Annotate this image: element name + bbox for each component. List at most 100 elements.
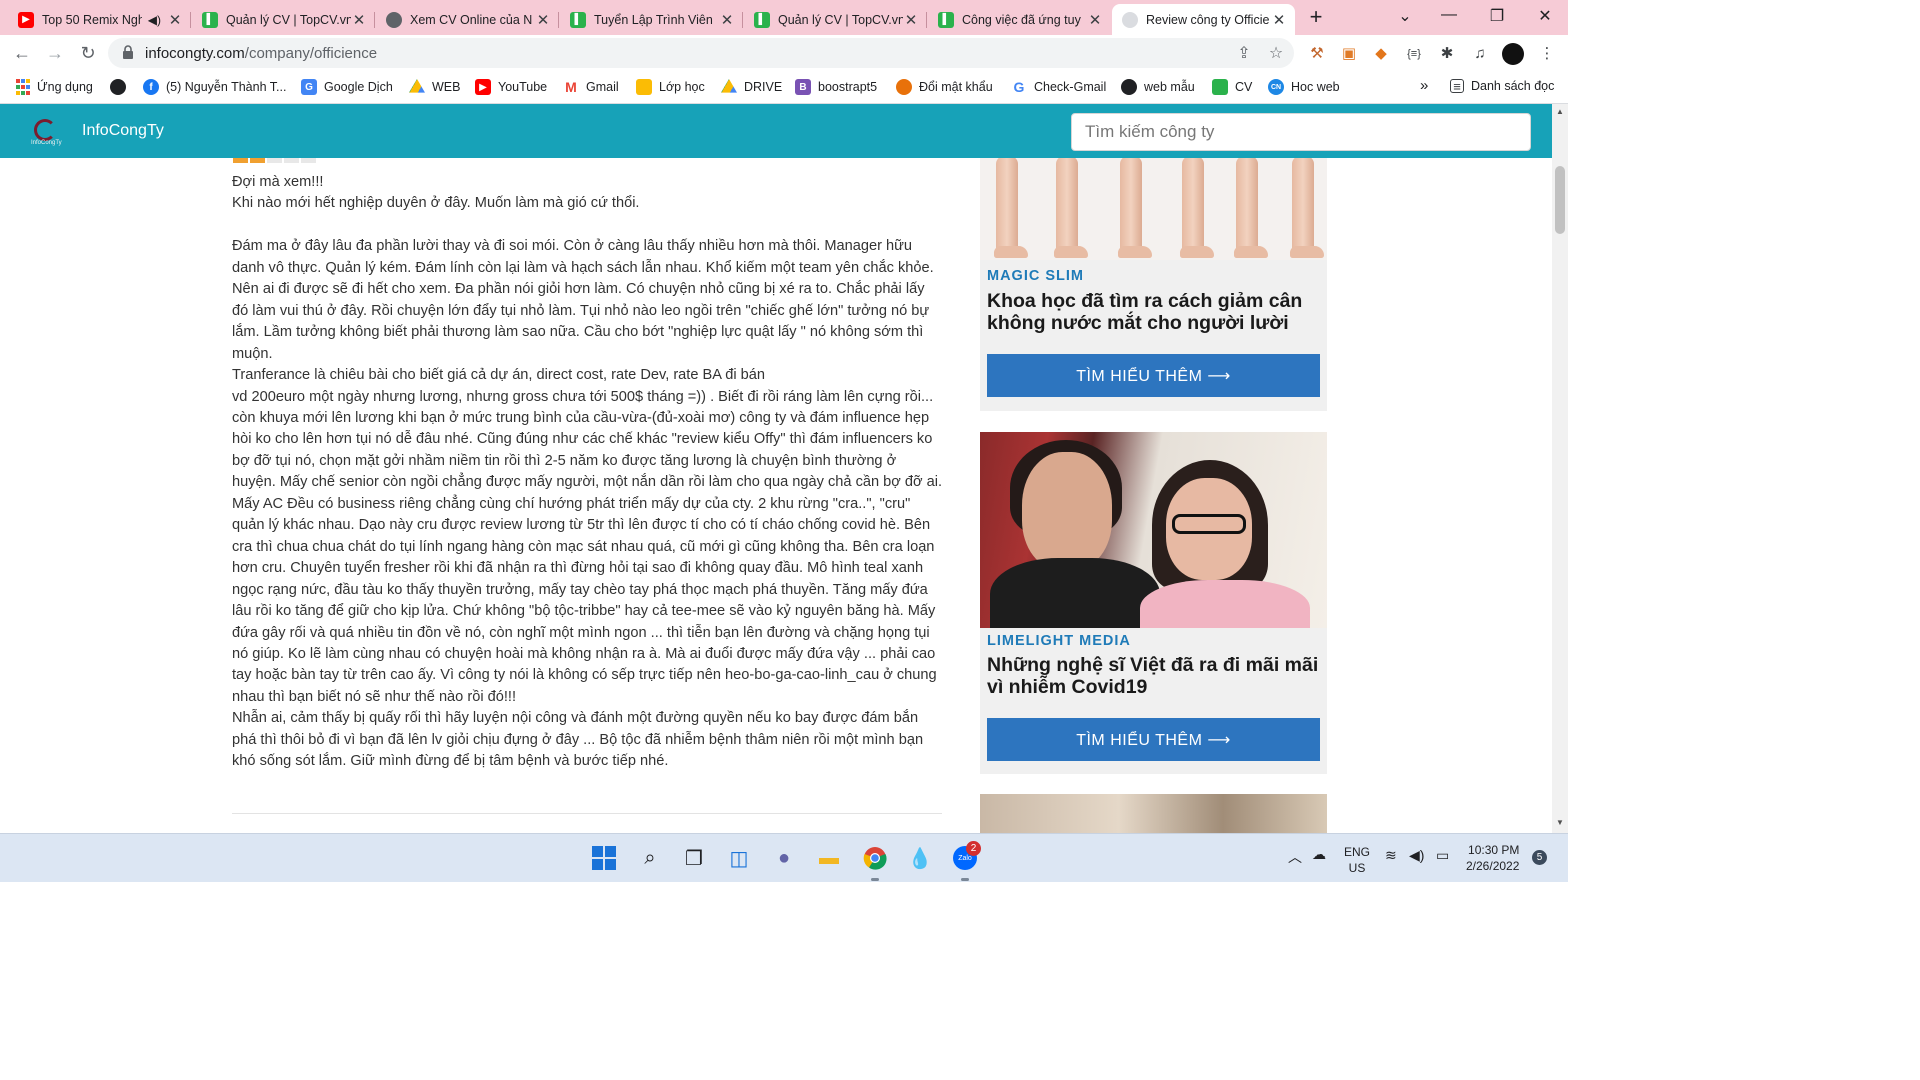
bookmark-apps[interactable]: Ứng dụng (16, 79, 93, 95)
bookmark-label: Gmail (586, 80, 619, 94)
extension-screenshot-icon[interactable]: ▣ (1338, 43, 1360, 65)
ad-image-legs[interactable] (980, 158, 1327, 260)
bookmark-star-icon[interactable]: ☆ (1264, 43, 1288, 63)
bookmark-hoc-web[interactable]: CN Hoc web (1268, 79, 1340, 95)
bookmark-drive[interactable]: DRIVE (721, 79, 782, 95)
scroll-down-icon[interactable]: ▼ (1556, 818, 1564, 827)
tray-overflow-chevron-icon[interactable]: ︿ (1288, 847, 1302, 867)
bookmark-web-mau[interactable]: web mẫu (1121, 79, 1195, 95)
media-control-icon[interactable]: ♫ (1469, 43, 1491, 65)
url-path: /company/officience (244, 45, 378, 62)
bookmark-change-password[interactable]: Đổi mật khẩu (896, 79, 993, 95)
onedrive-icon[interactable]: ☁ (1312, 846, 1326, 863)
close-tab-icon[interactable]: ✕ (903, 11, 919, 29)
profile-avatar[interactable] (1502, 43, 1524, 65)
bookmark-label: (5) Nguyễn Thành T... (166, 80, 287, 94)
share-icon[interactable]: ⇪ (1232, 43, 1256, 63)
site-brand[interactable]: InfoCongTy (82, 122, 164, 140)
tab-cv-online[interactable]: Xem CV Online của N ✕ (376, 4, 559, 35)
page-scrollbar[interactable]: ▲ ▼ (1552, 104, 1568, 833)
reload-icon[interactable]: ↻ (75, 41, 101, 67)
tab-title: Tuyển Lập Trình Viên (594, 12, 713, 27)
back-icon[interactable]: ← (9, 41, 35, 67)
wifi-icon[interactable]: ≋ (1385, 847, 1397, 864)
ad-card-magic-slim[interactable]: MAGIC SLIM Khoa học đã tìm ra cách giảm … (980, 158, 1327, 411)
bookmark-cv[interactable]: CV (1212, 79, 1252, 95)
tab-topcv-manage[interactable]: ▌ Quản lý CV | TopCV.vn ✕ (192, 4, 375, 35)
bookmark-web[interactable]: WEB (409, 79, 460, 95)
bookmark-gmail[interactable]: M Gmail (563, 79, 619, 95)
search-icon[interactable]: ⌕ (637, 845, 663, 871)
site-logo-icon[interactable] (34, 119, 56, 141)
new-tab-button[interactable]: + (1304, 6, 1328, 30)
leg-shape (1180, 158, 1214, 258)
close-tab-icon[interactable]: ✕ (167, 11, 183, 29)
ad-title[interactable]: Khoa học đã tìm ra cách giảm cân không n… (987, 290, 1323, 334)
ad-title[interactable]: Những nghệ sĩ Việt đã ra đi mãi mãi vì n… (987, 654, 1323, 698)
json-viewer-icon[interactable]: {≡} (1403, 43, 1425, 65)
forward-icon[interactable]: → (42, 41, 68, 67)
minimize-icon[interactable]: — (1434, 6, 1464, 24)
close-tab-icon[interactable]: ✕ (1271, 11, 1287, 29)
ad-learn-more-button[interactable]: TÌM HIỂU THÊM ⟶ (987, 718, 1320, 761)
company-search-input[interactable] (1072, 114, 1530, 150)
bookmark-globe[interactable] (110, 79, 133, 95)
page-content: Đợi mà xem!!! Khi nào mới hết nghiệp duy… (0, 158, 1552, 833)
lock-icon[interactable] (122, 45, 134, 59)
close-tab-icon[interactable]: ✕ (1087, 11, 1103, 29)
language-indicator[interactable]: ENG US (1344, 844, 1370, 876)
close-tab-icon[interactable]: ✕ (351, 11, 367, 29)
photo-shape (990, 558, 1160, 628)
volume-icon[interactable]: ◀) (1409, 847, 1424, 864)
tab-applied-jobs[interactable]: ▌ Công việc đã ứng tuy ✕ (928, 4, 1111, 35)
company-search-box[interactable] (1071, 113, 1531, 151)
chrome-icon[interactable] (862, 845, 888, 871)
tab-youtube-remix[interactable]: ▶ Top 50 Remix Ngh ◀) ✕ (8, 4, 191, 35)
ad-image-photo[interactable] (980, 794, 1327, 833)
close-tab-icon[interactable]: ✕ (719, 11, 735, 29)
tab-review-officience[interactable]: Review công ty Officie ✕ (1112, 4, 1295, 35)
widgets-icon[interactable]: ◫ (726, 845, 752, 871)
restore-icon[interactable]: ❐ (1482, 6, 1512, 26)
bookmark-bootstrap[interactable]: B boostrapt5 (795, 79, 877, 95)
tab-tuyen-lap-trinh[interactable]: ▌ Tuyển Lập Trình Viên ✕ (560, 4, 743, 35)
extension-hammer-icon[interactable]: ⚒ (1306, 43, 1328, 65)
teams-chat-icon[interactable]: ● (771, 845, 797, 871)
leg-shape (1234, 158, 1268, 258)
close-window-icon[interactable]: ✕ (1530, 6, 1560, 26)
bookmarks-bar: Ứng dụng f (5) Nguyễn Thành T... G Googl… (0, 72, 1568, 104)
close-tab-icon[interactable]: ✕ (535, 11, 551, 29)
metamask-fox-icon[interactable]: ◆ (1370, 43, 1392, 65)
bookmark-google-translate[interactable]: G Google Dịch (301, 79, 393, 95)
ad-learn-more-button[interactable]: TÌM HIỂU THÊM ⟶ (987, 354, 1320, 397)
app-drop-icon[interactable]: 💧 (907, 845, 933, 871)
start-button[interactable] (591, 845, 617, 871)
browser-menu-icon[interactable]: ⋮ (1536, 43, 1558, 65)
task-view-icon[interactable]: ❐ (681, 845, 707, 871)
tab-search-icon[interactable]: ⌄ (1390, 6, 1420, 26)
file-explorer-icon[interactable]: ▬ (816, 845, 842, 871)
taskbar-clock[interactable]: 10:30 PM 2/26/2022 (1466, 842, 1519, 874)
scroll-up-icon[interactable]: ▲ (1556, 107, 1564, 116)
ad-card-partial[interactable] (980, 794, 1327, 833)
bookmark-classroom[interactable]: Lớp học (636, 79, 705, 95)
bookmark-label: Lớp học (659, 80, 705, 94)
reading-list-button[interactable]: ≡ Danh sách đọc (1450, 79, 1554, 94)
ad-card-limelight[interactable]: LIMELIGHT MEDIA Những nghệ sĩ Việt đã ra… (980, 432, 1327, 774)
extensions-puzzle-icon[interactable]: ✱ (1436, 43, 1458, 65)
address-bar[interactable]: infocongty.com/company/officience ⇪ ☆ (108, 38, 1294, 68)
url-text[interactable]: infocongty.com/company/officience (145, 45, 377, 62)
scrollbar-thumb[interactable] (1555, 166, 1565, 234)
google-drive-icon (409, 79, 425, 93)
bookmark-check-gmail[interactable]: G Check-Gmail (1011, 79, 1107, 95)
battery-icon[interactable]: ▭ (1436, 847, 1449, 864)
bookmarks-overflow-button[interactable]: » (1420, 77, 1428, 94)
review-rating (233, 158, 316, 163)
tab-topcv-manage-2[interactable]: ▌ Quản lý CV | TopCV.vn ✕ (744, 4, 927, 35)
tab-title: Review công ty Officie (1146, 12, 1270, 27)
speaker-icon[interactable]: ◀) (148, 13, 161, 27)
ad-image-photo[interactable] (980, 432, 1327, 628)
bookmark-youtube[interactable]: ▶ YouTube (475, 79, 547, 95)
notification-count-badge[interactable]: 5 (1532, 850, 1547, 865)
bookmark-facebook[interactable]: f (5) Nguyễn Thành T... (143, 79, 286, 95)
